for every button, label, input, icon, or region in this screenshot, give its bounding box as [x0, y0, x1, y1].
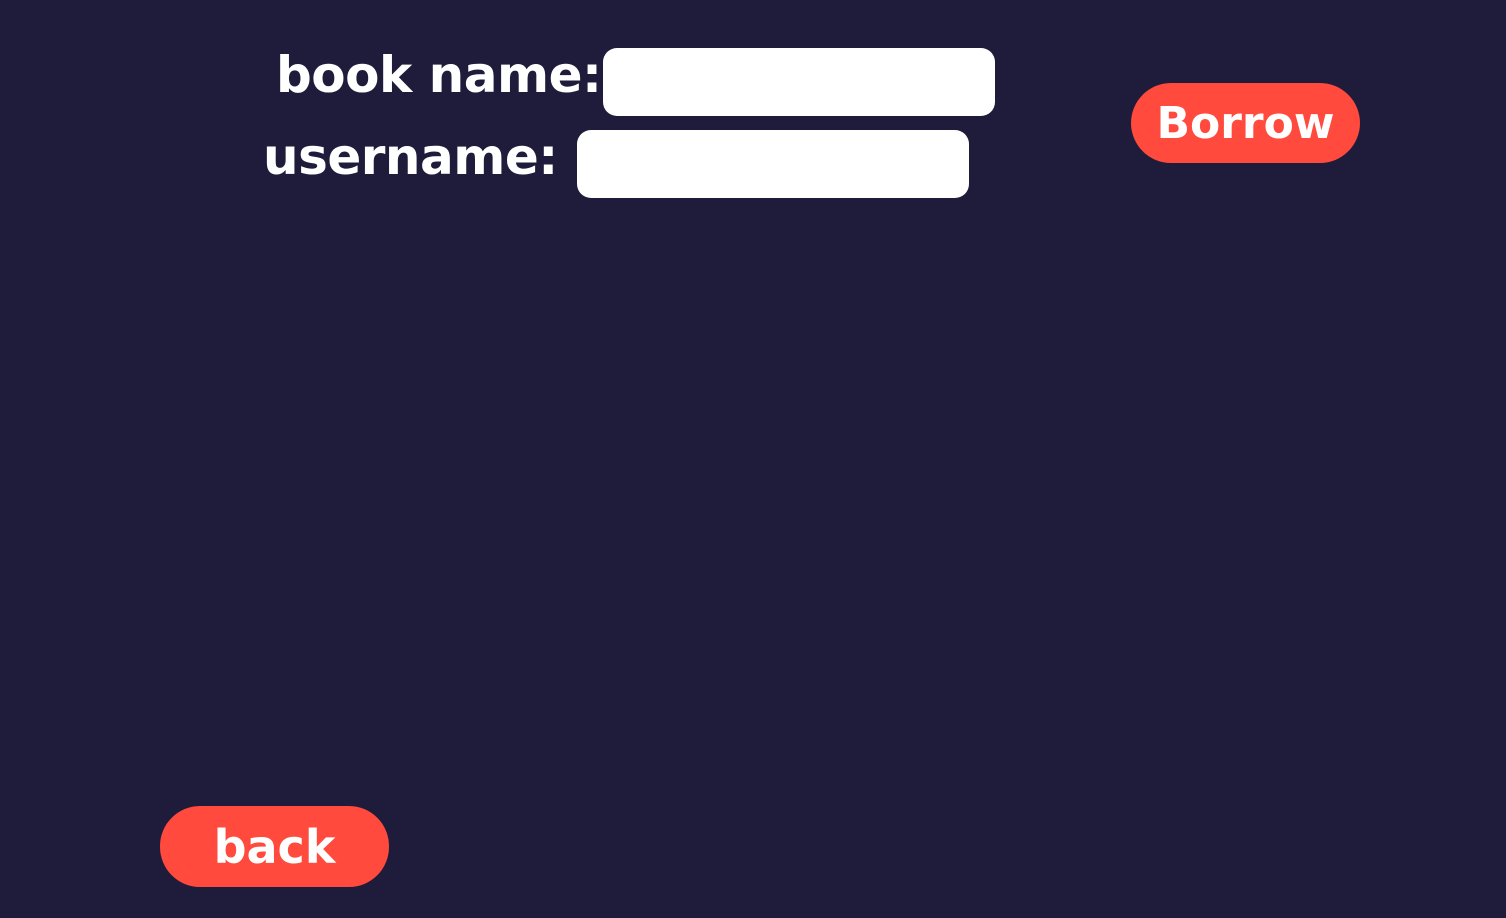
book-name-input[interactable] — [603, 48, 995, 116]
book-name-label: book name: — [276, 46, 602, 104]
username-input[interactable] — [577, 130, 969, 198]
username-label: username: — [263, 128, 558, 186]
borrow-screen: book name: username: Borrow back — [0, 0, 1506, 918]
borrow-button[interactable]: Borrow — [1131, 83, 1360, 163]
back-button[interactable]: back — [160, 806, 389, 887]
